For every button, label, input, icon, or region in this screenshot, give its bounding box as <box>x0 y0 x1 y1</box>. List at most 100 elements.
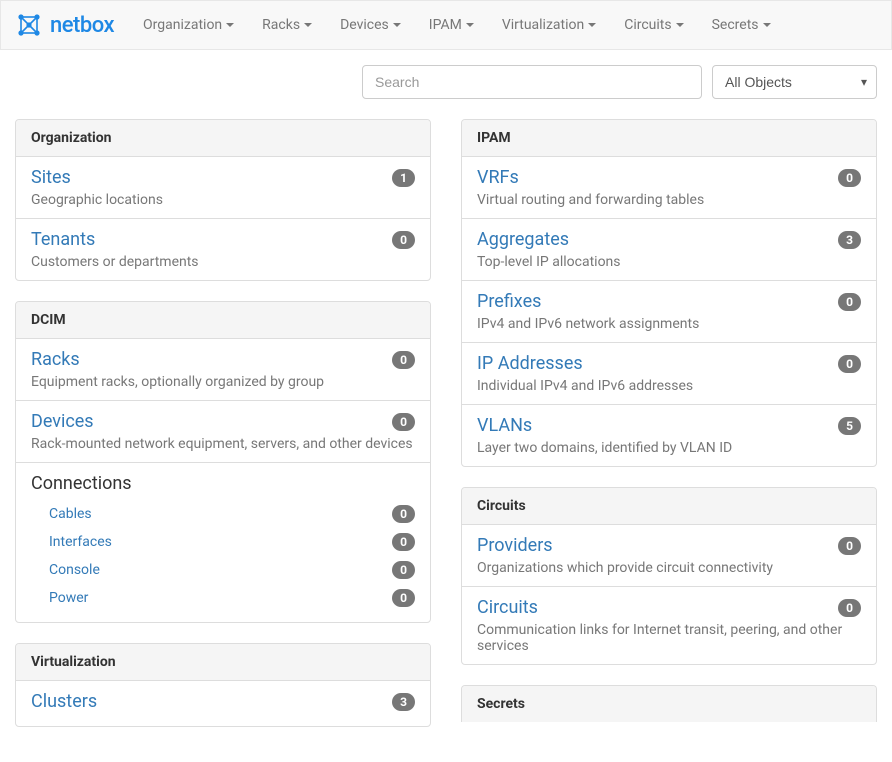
desc-vrfs: Virtual routing and forwarding tables <box>477 192 704 208</box>
link-sites[interactable]: Sites <box>31 167 71 188</box>
panel-heading-circuits: Circuits <box>462 488 876 525</box>
count-badge: 0 <box>392 589 415 607</box>
link-cables[interactable]: Cables <box>49 506 92 522</box>
nav-virtualization[interactable]: Virtualization <box>488 2 610 48</box>
chevron-down-icon <box>393 23 401 27</box>
desc-prefixes: IPv4 and IPv6 network assignments <box>477 316 699 332</box>
count-badge: 0 <box>392 561 415 579</box>
conn-console-row: Console 0 <box>31 556 415 584</box>
link-devices[interactable]: Devices <box>31 411 94 432</box>
count-badge: 0 <box>392 231 415 249</box>
panel-ipam: IPAM 0 VRFs Virtual routing and forwardi… <box>461 119 877 467</box>
brand-text: netbox <box>50 13 114 38</box>
count-badge: 0 <box>838 537 861 555</box>
conn-interfaces-row: Interfaces 0 <box>31 528 415 556</box>
item-vrfs: 0 VRFs Virtual routing and forwarding ta… <box>462 157 876 219</box>
count-badge: 1 <box>392 169 415 187</box>
chevron-down-icon <box>588 23 596 27</box>
logo-icon <box>16 12 42 38</box>
item-prefixes: 0 Prefixes IPv4 and IPv6 network assignm… <box>462 281 876 343</box>
panel-heading-virtualization: Virtualization <box>16 644 430 681</box>
link-clusters[interactable]: Clusters <box>31 691 97 712</box>
desc-racks: Equipment racks, optionally organized by… <box>31 374 324 390</box>
panel-dcim: DCIM 0 Racks Equipment racks, optionally… <box>15 301 431 623</box>
item-connections: Connections Cables 0 Interfaces 0 Consol… <box>16 463 430 622</box>
desc-vlans: Layer two domains, identified by VLAN ID <box>477 440 732 456</box>
conn-power-row: Power 0 <box>31 584 415 612</box>
object-type-select-wrap: All Objects <box>712 65 877 99</box>
count-badge: 0 <box>838 599 861 617</box>
desc-ip-addresses: Individual IPv4 and IPv6 addresses <box>477 378 693 394</box>
link-power[interactable]: Power <box>49 590 88 606</box>
item-racks: 0 Racks Equipment racks, optionally orga… <box>16 339 430 401</box>
panel-heading-secrets: Secrets <box>462 686 876 722</box>
link-circuits[interactable]: Circuits <box>477 597 538 618</box>
conn-cables-row: Cables 0 <box>31 500 415 528</box>
nav-devices[interactable]: Devices <box>326 2 415 48</box>
nav-secrets[interactable]: Secrets <box>698 2 785 48</box>
desc-devices: Rack-mounted network equipment, servers,… <box>31 436 413 452</box>
link-vrfs[interactable]: VRFs <box>477 167 519 188</box>
left-column: Organization 1 Sites Geographic location… <box>15 119 431 747</box>
item-aggregates: 3 Aggregates Top-level IP allocations <box>462 219 876 281</box>
link-prefixes[interactable]: Prefixes <box>477 291 541 312</box>
right-column: IPAM 0 VRFs Virtual routing and forwardi… <box>461 119 877 747</box>
count-badge: 0 <box>392 505 415 523</box>
count-badge: 0 <box>838 169 861 187</box>
search-input[interactable] <box>362 65 702 99</box>
search-row: All Objects <box>15 65 877 99</box>
count-badge: 0 <box>392 351 415 369</box>
count-badge: 0 <box>392 533 415 551</box>
nav-menu: Organization Racks Devices IPAM Virtuali… <box>129 2 784 48</box>
count-badge: 0 <box>838 293 861 311</box>
chevron-down-icon <box>466 23 474 27</box>
panel-organization: Organization 1 Sites Geographic location… <box>15 119 431 281</box>
link-racks[interactable]: Racks <box>31 349 80 370</box>
chevron-down-icon <box>226 23 234 27</box>
panel-heading-ipam: IPAM <box>462 120 876 157</box>
count-badge: 3 <box>838 231 861 249</box>
desc-tenants: Customers or departments <box>31 254 199 270</box>
item-ip-addresses: 0 IP Addresses Individual IPv4 and IPv6 … <box>462 343 876 405</box>
count-badge: 3 <box>392 693 415 711</box>
link-ip-addresses[interactable]: IP Addresses <box>477 353 583 374</box>
desc-aggregates: Top-level IP allocations <box>477 254 621 270</box>
navbar: netbox Organization Racks Devices IPAM V… <box>0 0 892 50</box>
panel-circuits: Circuits 0 Providers Organizations which… <box>461 487 877 665</box>
link-tenants[interactable]: Tenants <box>31 229 95 250</box>
item-providers: 0 Providers Organizations which provide … <box>462 525 876 587</box>
desc-providers: Organizations which provide circuit conn… <box>477 560 773 576</box>
chevron-down-icon <box>676 23 684 27</box>
chevron-down-icon <box>763 23 771 27</box>
main-content: All Objects Organization 1 Sites Geograp… <box>0 50 892 762</box>
item-clusters: 3 Clusters <box>16 681 430 726</box>
link-aggregates[interactable]: Aggregates <box>477 229 569 250</box>
count-badge: 0 <box>838 355 861 373</box>
item-circuits: 0 Circuits Communication links for Inter… <box>462 587 876 664</box>
count-badge: 0 <box>392 413 415 431</box>
count-badge: 5 <box>838 417 861 435</box>
dashboard-columns: Organization 1 Sites Geographic location… <box>15 119 877 747</box>
nav-racks[interactable]: Racks <box>248 2 326 48</box>
link-vlans[interactable]: VLANs <box>477 415 532 436</box>
nav-organization[interactable]: Organization <box>129 2 248 48</box>
link-providers[interactable]: Providers <box>477 535 553 556</box>
chevron-down-icon <box>304 23 312 27</box>
panel-secrets: Secrets <box>461 685 877 722</box>
item-devices: 0 Devices Rack-mounted network equipment… <box>16 401 430 463</box>
panel-heading-dcim: DCIM <box>16 302 430 339</box>
desc-sites: Geographic locations <box>31 192 163 208</box>
item-vlans: 5 VLANs Layer two domains, identified by… <box>462 405 876 466</box>
brand-link[interactable]: netbox <box>16 4 129 46</box>
object-type-select[interactable]: All Objects <box>712 65 877 99</box>
nav-ipam[interactable]: IPAM <box>415 2 488 48</box>
nav-circuits[interactable]: Circuits <box>610 2 697 48</box>
link-interfaces[interactable]: Interfaces <box>49 534 112 550</box>
panel-virtualization: Virtualization 3 Clusters <box>15 643 431 727</box>
desc-circuits: Communication links for Internet transit… <box>477 622 842 654</box>
item-tenants: 0 Tenants Customers or departments <box>16 219 430 280</box>
connections-heading: Connections <box>31 473 415 494</box>
item-sites: 1 Sites Geographic locations <box>16 157 430 219</box>
panel-heading-organization: Organization <box>16 120 430 157</box>
link-console[interactable]: Console <box>49 562 100 578</box>
